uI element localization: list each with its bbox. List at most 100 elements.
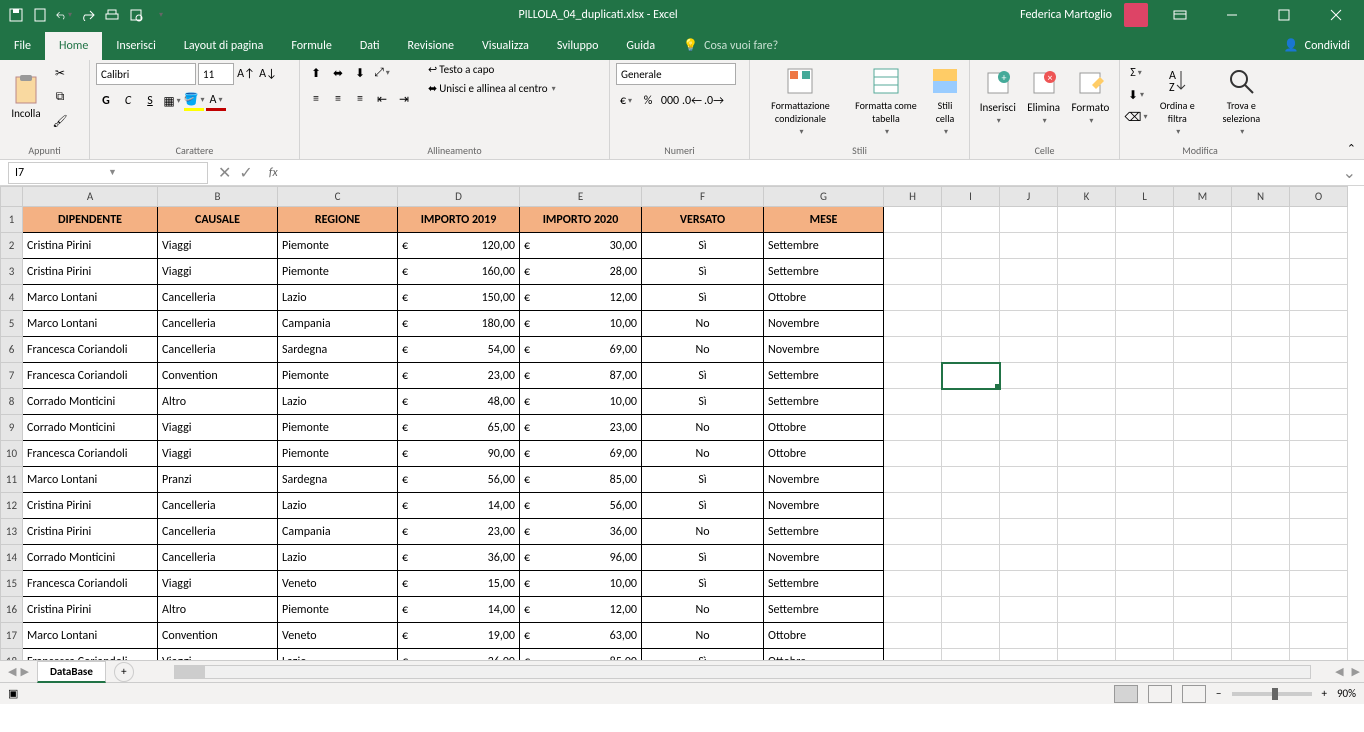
empty-cell[interactable] — [942, 207, 1000, 233]
empty-cell[interactable] — [1000, 207, 1058, 233]
data-cell[interactable]: No — [642, 441, 764, 467]
empty-cell[interactable] — [1290, 441, 1348, 467]
tab-dati[interactable]: Dati — [346, 32, 394, 60]
empty-cell[interactable] — [1174, 337, 1232, 363]
data-cell[interactable]: Viaggi — [158, 259, 278, 285]
empty-cell[interactable] — [1000, 311, 1058, 337]
zoom-in-icon[interactable]: + — [1322, 687, 1327, 700]
data-cell[interactable]: €10,00 — [520, 389, 642, 415]
table-header-cell[interactable]: DIPENDENTE — [23, 207, 158, 233]
empty-cell[interactable] — [1116, 519, 1174, 545]
data-cell[interactable]: Corrado Monticini — [23, 545, 158, 571]
empty-cell[interactable] — [884, 311, 942, 337]
empty-cell[interactable] — [1058, 519, 1116, 545]
data-cell[interactable]: Novembre — [764, 311, 884, 337]
empty-cell[interactable] — [1058, 207, 1116, 233]
col-header-F[interactable]: F — [642, 187, 764, 207]
data-cell[interactable]: Settembre — [764, 571, 884, 597]
tab-layout[interactable]: Layout di pagina — [170, 32, 278, 60]
col-header-C[interactable]: C — [278, 187, 398, 207]
data-cell[interactable]: Francesca Coriandoli — [23, 337, 158, 363]
empty-cell[interactable] — [1058, 493, 1116, 519]
empty-cell[interactable] — [1232, 233, 1290, 259]
empty-cell[interactable] — [1290, 259, 1348, 285]
empty-cell[interactable] — [1000, 649, 1058, 661]
empty-cell[interactable] — [884, 467, 942, 493]
copy-icon[interactable]: ⧉ — [50, 87, 70, 107]
table-header-cell[interactable]: VERSATO — [642, 207, 764, 233]
italic-button[interactable]: C — [118, 91, 138, 111]
data-cell[interactable]: Ottobre — [764, 441, 884, 467]
chevron-down-icon[interactable]: ▼ — [108, 167, 201, 178]
empty-cell[interactable] — [1290, 233, 1348, 259]
data-cell[interactable]: Cristina Pirini — [23, 233, 158, 259]
empty-cell[interactable] — [1116, 233, 1174, 259]
row-header-3[interactable]: 3 — [1, 259, 23, 285]
data-cell[interactable]: €15,00 — [398, 571, 520, 597]
clear-icon[interactable]: ⌫ — [1126, 107, 1146, 127]
data-cell[interactable]: €90,00 — [398, 441, 520, 467]
fx-icon[interactable]: fx — [263, 166, 284, 180]
data-cell[interactable]: Cristina Pirini — [23, 259, 158, 285]
row-header-4[interactable]: 4 — [1, 285, 23, 311]
data-cell[interactable]: €69,00 — [520, 337, 642, 363]
empty-cell[interactable] — [1232, 285, 1290, 311]
empty-cell[interactable] — [942, 623, 1000, 649]
empty-cell[interactable] — [942, 337, 1000, 363]
data-cell[interactable]: Cristina Pirini — [23, 493, 158, 519]
data-cell[interactable]: €10,00 — [520, 311, 642, 337]
empty-cell[interactable] — [942, 519, 1000, 545]
empty-cell[interactable] — [884, 519, 942, 545]
select-all-button[interactable] — [1, 187, 23, 207]
tab-formule[interactable]: Formule — [277, 32, 345, 60]
data-cell[interactable]: Viaggi — [158, 649, 278, 661]
sort-filter-button[interactable]: AZ Ordina e filtra — [1150, 63, 1205, 139]
data-cell[interactable]: Campania — [278, 311, 398, 337]
empty-cell[interactable] — [1290, 597, 1348, 623]
scroll-right-icon[interactable]: ▶ — [1348, 665, 1364, 678]
empty-cell[interactable] — [1174, 597, 1232, 623]
empty-cell[interactable] — [1116, 337, 1174, 363]
col-header-L[interactable]: L — [1116, 187, 1174, 207]
data-cell[interactable]: Altro — [158, 597, 278, 623]
empty-cell[interactable] — [1290, 649, 1348, 661]
empty-cell[interactable] — [1058, 337, 1116, 363]
row-header-5[interactable]: 5 — [1, 311, 23, 337]
empty-cell[interactable] — [1000, 519, 1058, 545]
data-cell[interactable]: Settembre — [764, 597, 884, 623]
empty-cell[interactable] — [1232, 467, 1290, 493]
data-cell[interactable]: €180,00 — [398, 311, 520, 337]
row-header-14[interactable]: 14 — [1, 545, 23, 571]
align-middle-icon[interactable]: ⬌ — [328, 63, 348, 83]
row-header-8[interactable]: 8 — [1, 389, 23, 415]
data-cell[interactable]: €36,00 — [520, 519, 642, 545]
data-cell[interactable]: Veneto — [278, 623, 398, 649]
empty-cell[interactable] — [942, 259, 1000, 285]
empty-cell[interactable] — [1290, 389, 1348, 415]
data-cell[interactable]: Settembre — [764, 233, 884, 259]
data-cell[interactable]: Sì — [642, 259, 764, 285]
empty-cell[interactable] — [1232, 649, 1290, 661]
empty-cell[interactable] — [884, 441, 942, 467]
empty-cell[interactable] — [1000, 337, 1058, 363]
empty-cell[interactable] — [1290, 337, 1348, 363]
insert-cells-button[interactable]: + Inserisci — [976, 63, 1020, 129]
data-cell[interactable]: No — [642, 311, 764, 337]
data-cell[interactable]: Sì — [642, 571, 764, 597]
empty-cell[interactable] — [1232, 493, 1290, 519]
empty-cell[interactable] — [942, 363, 1000, 389]
data-cell[interactable]: Sardegna — [278, 337, 398, 363]
empty-cell[interactable] — [942, 467, 1000, 493]
row-header-18[interactable]: 18 — [1, 649, 23, 661]
empty-cell[interactable] — [1000, 233, 1058, 259]
row-header-11[interactable]: 11 — [1, 467, 23, 493]
row-header-12[interactable]: 12 — [1, 493, 23, 519]
save-icon[interactable] — [8, 7, 24, 23]
empty-cell[interactable] — [1116, 259, 1174, 285]
data-cell[interactable]: Novembre — [764, 545, 884, 571]
scroll-left-icon[interactable]: ◀ — [1331, 665, 1347, 678]
data-cell[interactable]: Marco Lontani — [23, 623, 158, 649]
empty-cell[interactable] — [1290, 545, 1348, 571]
empty-cell[interactable] — [1058, 259, 1116, 285]
empty-cell[interactable] — [942, 441, 1000, 467]
